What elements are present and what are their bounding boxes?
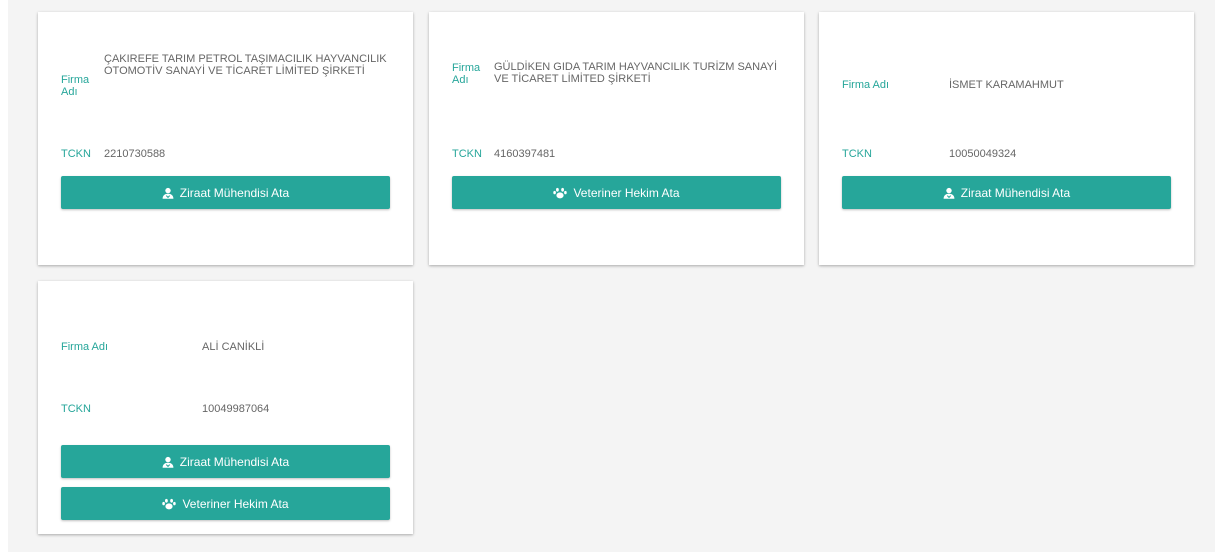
- button-label: Veteriner Hekim Ata: [182, 496, 289, 511]
- agriculture-engineer-icon: [943, 187, 955, 199]
- button-label: Veteriner Hekim Ata: [573, 185, 680, 200]
- firm-name-label: Firma Adı: [452, 62, 481, 86]
- assign-agriculture-engineer-button[interactable]: Ziraat Mühendisi Ata: [842, 176, 1171, 209]
- tckn-label: TCKN: [452, 148, 482, 160]
- agriculture-engineer-icon: [162, 187, 174, 199]
- page-background: Firma Adı ÇAKIREFE TARIM PETROL TAŞIMACI…: [8, 0, 1215, 552]
- tckn-value: 2210730588: [104, 148, 166, 160]
- tckn-label: TCKN: [842, 148, 872, 160]
- paw-icon: [553, 187, 568, 199]
- firm-card: Firma Adı ALİ CANİKLİ TCKN 10049987064 Z…: [38, 281, 413, 534]
- firm-name-value: İSMET KARAMAHMUT: [949, 79, 1064, 91]
- firm-name-value: GÜLDİKEN GIDA TARIM HAYVANCILIK TURİZM S…: [494, 61, 777, 85]
- button-label: Ziraat Mühendisi Ata: [179, 454, 290, 469]
- tckn-label: TCKN: [61, 148, 91, 160]
- button-label: Ziraat Mühendisi Ata: [960, 185, 1071, 200]
- firm-name-value: ÇAKIREFE TARIM PETROL TAŞIMACILIK HAYVAN…: [104, 53, 387, 77]
- assign-agriculture-engineer-button[interactable]: Ziraat Mühendisi Ata: [61, 445, 390, 478]
- agriculture-engineer-icon: [162, 456, 174, 468]
- firm-name-label: Firma Adı: [61, 341, 109, 353]
- firm-name-label: Firma Adı: [842, 79, 890, 91]
- paw-icon: [162, 498, 177, 510]
- firm-card: Firma Adı ÇAKIREFE TARIM PETROL TAŞIMACI…: [38, 12, 413, 265]
- assign-veterinarian-button[interactable]: Veteriner Hekim Ata: [61, 487, 390, 520]
- assign-agriculture-engineer-button[interactable]: Ziraat Mühendisi Ata: [61, 176, 390, 209]
- tckn-label: TCKN: [61, 403, 91, 415]
- firm-card: Firma Adı İSMET KARAMAHMUT TCKN 10050049…: [819, 12, 1194, 265]
- firm-card: Firma Adı GÜLDİKEN GIDA TARIM HAYVANCILI…: [429, 12, 804, 265]
- firm-name-label: Firma Adı: [61, 74, 90, 98]
- tckn-value: 10050049324: [949, 148, 1017, 160]
- tckn-value: 4160397481: [494, 148, 556, 160]
- assign-veterinarian-button[interactable]: Veteriner Hekim Ata: [452, 176, 781, 209]
- tckn-value: 10049987064: [202, 403, 270, 415]
- button-label: Ziraat Mühendisi Ata: [179, 185, 290, 200]
- firm-name-value: ALİ CANİKLİ: [202, 341, 265, 353]
